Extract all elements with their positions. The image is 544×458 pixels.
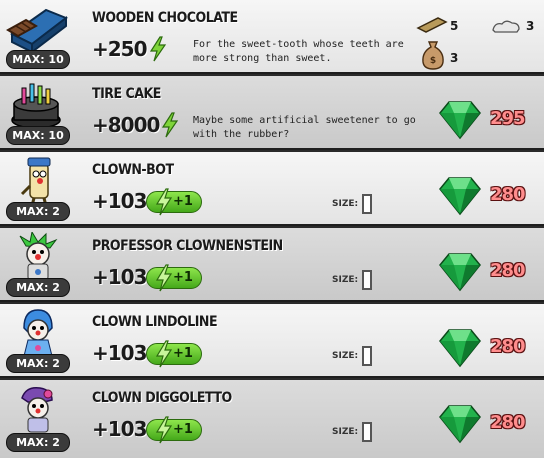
item-description: Maybe some artificial sweetener to go wi… xyxy=(193,115,416,140)
item-name: WOODEN CHOCOLATE xyxy=(92,10,238,26)
max-badge: MAX: 2 xyxy=(6,354,70,373)
energy-bolt-icon xyxy=(155,188,173,216)
energy-boost-badge: +1 xyxy=(146,188,202,216)
svg-text:$: $ xyxy=(430,56,436,66)
size-indicator xyxy=(362,422,372,442)
sack-icon: $ xyxy=(422,41,444,70)
rock-icon xyxy=(492,20,520,33)
size-label: SIZE: xyxy=(332,427,359,437)
boost-value: +1 xyxy=(173,194,193,209)
points-value: +8000 xyxy=(92,113,160,137)
energy-bolt-icon xyxy=(161,112,179,138)
max-badge: MAX: 2 xyxy=(6,278,70,297)
shop-row-professor-clownenstein[interactable]: MAX: 2 PROFESSOR CLOWNENSTEIN +103 +1 SI… xyxy=(0,228,544,302)
boost-value: +1 xyxy=(173,346,193,361)
shop-item-list: MAX: 10 WOODEN CHOCOLATE +250 For the sw… xyxy=(0,0,544,458)
shop-row-clown-bot[interactable]: MAX: 2 CLOWN-BOT +103 +1 SIZE: 280 xyxy=(0,152,544,226)
plank-count: 5 xyxy=(450,19,459,33)
item-name: PROFESSOR CLOWNENSTEIN xyxy=(92,238,283,254)
energy-boost-badge: +1 xyxy=(146,340,202,368)
item-name: TIRE CAKE xyxy=(92,86,161,102)
item-name: CLOWN LINDOLINE xyxy=(92,314,218,330)
size-indicator xyxy=(362,194,372,214)
gem-icon xyxy=(439,253,481,292)
energy-bolt-icon xyxy=(149,36,167,62)
boost-value: +1 xyxy=(173,422,193,437)
size-label: SIZE: xyxy=(332,275,359,285)
points-value: +103 xyxy=(92,189,148,213)
item-name: CLOWN-BOT xyxy=(92,162,174,178)
energy-bolt-icon xyxy=(155,340,173,368)
shop-row-clown-diggoletto[interactable]: MAX: 2 CLOWN DIGGOLETTO +103 +1 SIZE: 28… xyxy=(0,380,544,458)
gem-price: 280 xyxy=(490,412,526,433)
shop-row-clown-lindoline[interactable]: MAX: 2 CLOWN LINDOLINE +103 +1 SIZE: 280 xyxy=(0,304,544,378)
gem-icon xyxy=(439,177,481,216)
max-badge: MAX: 2 xyxy=(6,202,70,221)
boost-value: +1 xyxy=(173,270,193,285)
size-label: SIZE: xyxy=(332,351,359,361)
gem-price: 280 xyxy=(490,184,526,205)
energy-boost-badge: +1 xyxy=(146,264,202,292)
points-value: +250 xyxy=(92,37,148,61)
item-description: For the sweet-tooth whose teeth are more… xyxy=(193,39,404,64)
energy-bolt-icon xyxy=(155,416,173,444)
sack-count: 3 xyxy=(450,51,459,65)
size-label: SIZE: xyxy=(332,199,359,209)
plank-icon xyxy=(416,17,448,33)
gem-icon xyxy=(439,101,481,140)
shop-row-wooden-chocolate[interactable]: MAX: 10 WOODEN CHOCOLATE +250 For the sw… xyxy=(0,0,544,74)
energy-bolt-icon xyxy=(155,264,173,292)
max-badge: MAX: 10 xyxy=(6,126,70,145)
max-badge: MAX: 2 xyxy=(6,433,70,452)
shop-row-tire-cake[interactable]: MAX: 10 TIRE CAKE +8000 Maybe some artif… xyxy=(0,76,544,150)
gem-price: 295 xyxy=(490,108,526,129)
gem-icon xyxy=(439,329,481,368)
gem-icon xyxy=(439,405,481,444)
max-badge: MAX: 10 xyxy=(6,50,70,69)
gem-price: 280 xyxy=(490,260,526,281)
item-name: CLOWN DIGGOLETTO xyxy=(92,390,232,406)
gem-price: 280 xyxy=(490,336,526,357)
points-value: +103 xyxy=(92,265,148,289)
rock-count: 3 xyxy=(526,19,535,33)
energy-boost-badge: +1 xyxy=(146,416,202,444)
size-indicator xyxy=(362,346,372,366)
points-value: +103 xyxy=(92,341,148,365)
points-value: +103 xyxy=(92,417,148,441)
size-indicator xyxy=(362,270,372,290)
